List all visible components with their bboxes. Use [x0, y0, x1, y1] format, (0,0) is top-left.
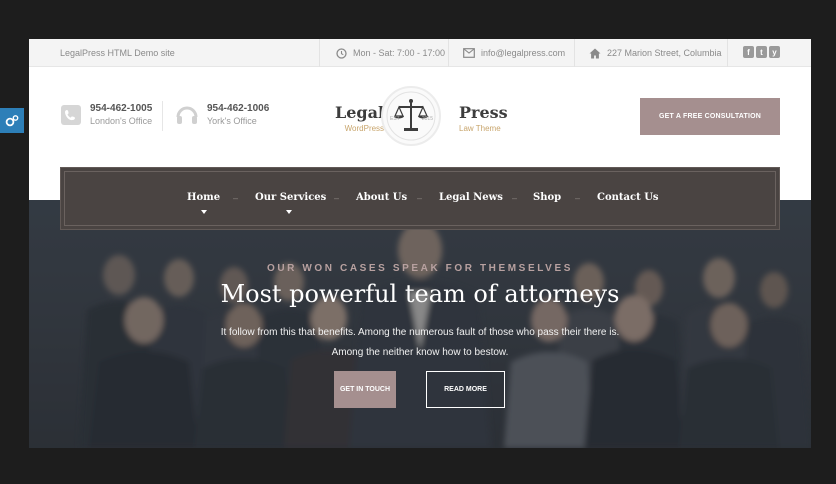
facebook-icon[interactable]: f [743, 46, 754, 58]
phone-number: 954-462-1006 [207, 103, 270, 114]
hero-eyebrow: OUR WON CASES SPEAK FOR THEMSELVES [266, 263, 573, 274]
social-links: f t y [743, 46, 780, 58]
gears-icon [5, 114, 19, 126]
logo-left[interactable]: Legal WordPress [335, 103, 384, 133]
phone-number: 954-462-1005 [90, 103, 153, 114]
office-label: York's Office [207, 116, 257, 126]
hours-text: Mon - Sat: 7:00 - 17:00 [353, 48, 446, 58]
email-info[interactable]: info@legalpress.com [463, 39, 565, 67]
phone-icon [61, 104, 81, 125]
divider [162, 101, 163, 131]
hero-lead-line-1: It follow from this that benefits. Among… [220, 327, 620, 338]
logo-year: 2015 [421, 116, 433, 122]
nav-item-legal-news[interactable]: Legal News [439, 192, 503, 203]
headset-icon [176, 106, 198, 124]
settings-tab[interactable] [0, 108, 24, 133]
hero-lead-line-2: Among the neither know how to bestow. [331, 347, 509, 358]
divider [727, 39, 728, 67]
nav-item-about-us[interactable]: About Us [356, 192, 407, 203]
top-bar: LegalPress HTML Demo site Mon - Sat: 7:0… [29, 39, 811, 67]
page-frame: LegalPress HTML Demo site Mon - Sat: 7:0… [29, 39, 811, 448]
hero-headline: Most powerful team of attorneys [220, 280, 620, 308]
hours-info: Mon - Sat: 7:00 - 17:00 [335, 39, 445, 67]
logo-right[interactable]: Press Law Theme [459, 103, 508, 133]
clock-icon [335, 47, 347, 59]
youtube-icon[interactable]: y [769, 46, 780, 58]
nav-separator: – [417, 193, 423, 203]
nav-item-our-services[interactable]: Our Services [255, 192, 326, 203]
office-label: London's Office [90, 116, 153, 126]
logo-word-legal: Legal [335, 103, 385, 122]
envelope-icon [463, 47, 475, 59]
twitter-icon[interactable]: t [756, 46, 767, 58]
nav-separator: – [512, 193, 518, 203]
logo-sub-law-theme: Law Theme [459, 124, 501, 133]
nav-item-home[interactable]: Home [187, 192, 220, 203]
logo-emblem[interactable]: EST 2015 [381, 86, 441, 146]
get-in-touch-button[interactable]: GET IN TOUCH [334, 371, 396, 408]
site-name: LegalPress HTML Demo site [60, 48, 175, 58]
divider [319, 39, 320, 67]
phone-london[interactable]: 954-462-1005 London's Office [60, 103, 152, 126]
nav-separator: – [233, 193, 239, 203]
nav-separator: – [575, 193, 581, 203]
main-nav: Home – Our Services – About Us – Legal N… [60, 167, 780, 230]
chevron-down-icon [286, 210, 292, 214]
logo-est: EST [390, 116, 400, 122]
nav-item-shop[interactable]: Shop [533, 192, 561, 203]
address-text: 227 Marion Street, Columbia [607, 48, 722, 58]
nav-separator: – [334, 193, 340, 203]
free-consultation-button[interactable]: GET A FREE CONSULTATION [640, 98, 780, 135]
chevron-down-icon [201, 210, 207, 214]
logo-sub-wordpress: WordPress [344, 124, 385, 133]
nav-item-contact-us[interactable]: Contact Us [597, 192, 659, 203]
divider [448, 39, 449, 67]
hero-lead: It follow from this that benefits. Among… [209, 323, 631, 363]
home-icon [589, 47, 601, 59]
read-more-button[interactable]: READ MORE [426, 371, 505, 408]
email-link[interactable]: info@legalpress.com [481, 48, 565, 58]
logo-word-press: Press [459, 103, 508, 122]
phone-york[interactable]: 954-462-1006 York's Office [175, 103, 269, 126]
divider [574, 39, 575, 67]
address-info: 227 Marion Street, Columbia [589, 39, 722, 67]
